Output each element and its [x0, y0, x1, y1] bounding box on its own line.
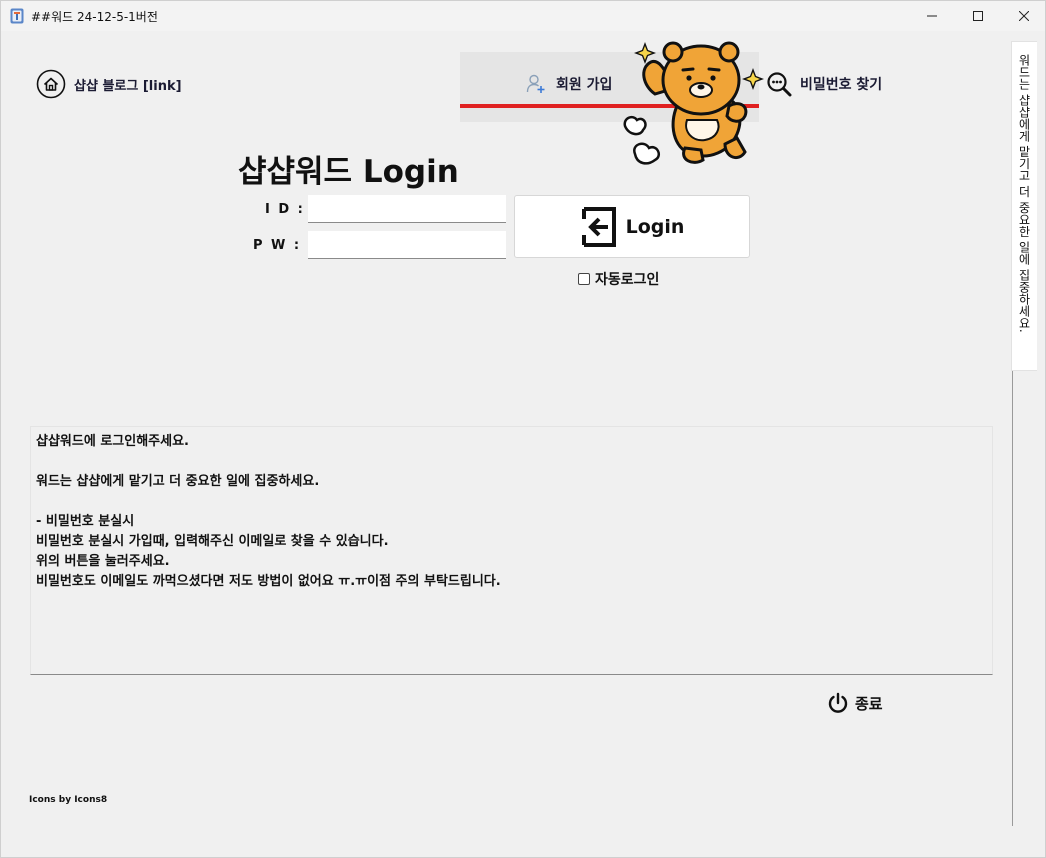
minimize-button[interactable]: [909, 1, 955, 31]
title-bar[interactable]: ##워드 24-12-5-1버전: [1, 1, 1045, 31]
blog-link[interactable]: 샵샵 블로그 [link]: [36, 69, 182, 99]
id-input[interactable]: [308, 195, 506, 223]
icons-credit: Icons by Icons8: [29, 795, 108, 805]
add-user-icon: [526, 74, 545, 93]
maximize-icon: [973, 11, 983, 21]
id-label: I D :: [265, 202, 305, 217]
mascot-image: [621, 36, 771, 166]
app-icon: [10, 8, 24, 24]
key-search-icon: [767, 72, 792, 97]
close-icon: [1019, 11, 1029, 21]
side-vertical-tab[interactable]: 워드는 샵샵에게 맡기고 더 중요한 일에 집중하세요.: [1011, 41, 1037, 371]
find-password-label: 비밀번호 찾기: [800, 77, 883, 93]
minimize-icon: [927, 15, 937, 17]
tab-register[interactable]: 회원 가입: [526, 72, 612, 96]
message-line: 비밀번호도 이메일도 까먹으셨다면 저도 방법이 없어요 ㅠ.ㅠ이점 주의 부탁…: [36, 574, 501, 589]
checkbox-box[interactable]: [578, 273, 590, 285]
message-line: 비밀번호 분실시 가입때, 입력해주신 이메일로 찾을 수 있습니다.: [36, 534, 389, 549]
autologin-label: 자동로그인: [595, 272, 660, 288]
tab-find-password[interactable]: 비밀번호 찾기: [766, 71, 882, 97]
exit-button[interactable]: 종료: [827, 690, 883, 716]
window-title: ##워드 24-12-5-1버전: [31, 10, 158, 24]
message-line: - 비밀번호 분실시: [36, 514, 135, 529]
message-line: 샵샵워드에 로그인해주세요.: [36, 434, 189, 449]
message-textarea[interactable]: 샵샵워드에 로그인해주세요. 워드는 샵샵에게 맡기고 더 중요한 일에 집중하…: [30, 426, 993, 675]
message-line: [36, 452, 987, 472]
autologin-checkbox[interactable]: 자동로그인: [578, 269, 659, 289]
power-icon: [828, 692, 848, 713]
message-line: [36, 492, 987, 512]
message-line: 워드는 샵샵에게 맡기고 더 중요한 일에 집중하세요.: [36, 474, 320, 489]
maximize-button[interactable]: [955, 1, 1001, 31]
app-window: ##워드 24-12-5-1버전 샵샵 블로그 [link] 회원 가입 비밀번…: [0, 0, 1046, 858]
message-line: 위의 버튼을 눌러주세요.: [36, 554, 170, 569]
password-input[interactable]: [308, 231, 506, 259]
exit-label: 종료: [855, 694, 883, 713]
side-tab-label: 워드는 샵샵에게 맡기고 더 중요한 일에 집중하세요.: [1017, 54, 1031, 333]
home-icon: [36, 69, 66, 99]
login-button-label: Login: [625, 215, 685, 238]
blog-link-label: 샵샵 블로그 [link]: [74, 78, 182, 94]
close-button[interactable]: [1001, 1, 1046, 31]
login-button[interactable]: Login: [514, 195, 750, 258]
login-arrow-icon: [581, 206, 616, 247]
side-divider: [1012, 371, 1013, 826]
page-title: 샵샵워드 Login: [238, 154, 459, 190]
pw-label: P W :: [253, 238, 302, 253]
register-label: 회원 가입: [556, 77, 613, 93]
